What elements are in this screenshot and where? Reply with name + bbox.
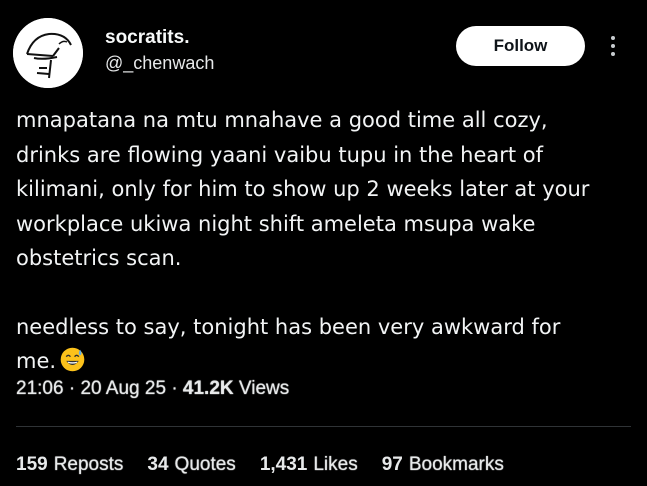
meta-separator: · — [171, 378, 178, 399]
meta-separator: · — [68, 378, 76, 399]
tweet-paragraph: needless to say, tonight has been very a… — [16, 310, 636, 379]
tweet-paragraph: mnapatana na mtu mnahave a good time all… — [16, 108, 590, 270]
author-avatar[interactable] — [13, 18, 83, 88]
grinning-sweat-emoji-icon — [60, 347, 85, 372]
bookmarks-stat[interactable]: 97 Bookmarks — [382, 454, 504, 476]
tweet-paragraph-text: needless to say, tonight has been very a… — [16, 314, 561, 374]
likes-label: Likes — [313, 454, 358, 475]
reposts-stat[interactable]: 159 Reposts — [16, 454, 123, 476]
tweet-metadata: 21:06 · 20 Aug 25 · 41.2K Views — [16, 378, 289, 400]
quotes-stat[interactable]: 34 Quotes — [147, 454, 235, 476]
reposts-count: 159 — [16, 454, 48, 475]
bookmarks-label: Bookmarks — [408, 454, 504, 475]
tweet-time[interactable]: 21:06 — [16, 378, 64, 399]
tweet-date[interactable]: 20 Aug 25 — [80, 378, 166, 399]
likes-count: 1,431 — [259, 454, 308, 475]
likes-stat[interactable]: 1,431 Likes — [260, 454, 358, 476]
views-count: 41.2K — [182, 378, 234, 399]
reposts-label: Reposts — [53, 454, 124, 475]
quotes-label: Quotes — [174, 454, 236, 475]
follow-button[interactable]: Follow — [456, 26, 585, 66]
author-handle[interactable]: @_chenwach — [105, 53, 214, 74]
more-options-button[interactable] — [600, 30, 626, 62]
vertical-ellipsis-icon — [611, 36, 615, 40]
sketch-face-avatar-icon — [13, 18, 83, 88]
tweet-text: mnapatana na mtu mnahave a good time all… — [16, 103, 636, 379]
divider — [16, 426, 631, 427]
views-label: Views — [238, 378, 290, 399]
author-display-name[interactable]: socratits. — [105, 27, 189, 49]
quotes-count: 34 — [147, 454, 169, 475]
bookmarks-count: 97 — [381, 454, 403, 475]
engagement-stats: 159 Reposts 34 Quotes 1,431 Likes 97 Bookmar… — [16, 454, 504, 476]
